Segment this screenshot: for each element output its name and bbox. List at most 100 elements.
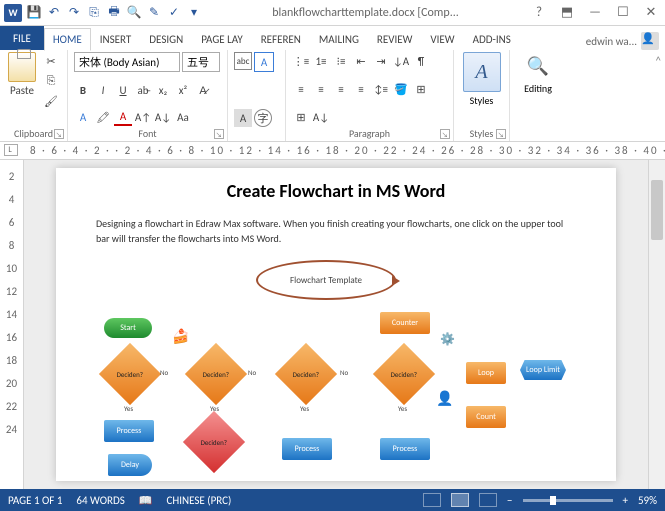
print-layout-button[interactable] <box>451 493 469 507</box>
horizontal-ruler[interactable]: L 8 · 6 · 4 · 2 · · 2 · 4 · 6 · 8 · 10 ·… <box>0 142 665 160</box>
change-case-icon[interactable]: Aa <box>174 108 192 126</box>
tab-review[interactable]: REVIEW <box>368 28 422 50</box>
language-indicator[interactable]: CHINESE (PRC) <box>167 494 232 507</box>
qat-dropdown-icon[interactable]: ▾ <box>186 5 202 21</box>
dialog-launcher-icon[interactable]: ↘ <box>440 129 450 139</box>
char-border-icon[interactable]: A <box>254 52 274 72</box>
bold-button[interactable]: B <box>74 82 92 100</box>
paste-button[interactable]: Paste <box>6 52 38 110</box>
dialog-launcher-icon[interactable]: ↘ <box>214 129 224 139</box>
shading-icon[interactable]: 🪣 <box>392 80 410 98</box>
snap-grid-icon[interactable]: ⊞ <box>292 108 310 126</box>
vertical-ruler[interactable]: 2468 10121416 18202224 <box>0 160 24 489</box>
help-icon[interactable]: ? <box>525 0 553 25</box>
enclose-char-icon[interactable]: 字 <box>254 109 272 127</box>
copy-icon[interactable]: ⎘ <box>42 72 60 90</box>
minimize-button[interactable]: — <box>581 0 609 25</box>
user-menu[interactable]: edwin wa... 👤 <box>586 32 665 50</box>
italic-button[interactable]: I <box>94 82 112 100</box>
print-icon[interactable]: 🖶 <box>106 5 122 21</box>
vertical-scrollbar[interactable] <box>648 160 665 489</box>
align-center-icon[interactable]: ≡ <box>312 80 330 98</box>
count-shape: Count <box>466 406 506 428</box>
text-dir-icon[interactable]: A↓ <box>312 108 330 126</box>
close-button[interactable]: ✕ <box>637 0 665 25</box>
page-indicator[interactable]: PAGE 1 OF 1 <box>8 494 62 507</box>
borders-icon[interactable]: ⊞ <box>412 80 430 98</box>
page[interactable]: Create Flowchart in MS Word Designing a … <box>56 168 616 481</box>
group-editing: 🔍 Editing <box>510 50 566 141</box>
align-right-icon[interactable]: ≡ <box>332 80 350 98</box>
align-left-icon[interactable]: ≡ <box>292 80 310 98</box>
word-count[interactable]: 64 WORDS <box>76 494 124 507</box>
spellcheck-icon[interactable]: 📖 <box>139 494 153 507</box>
increase-indent-icon[interactable]: ⇥ <box>372 52 390 70</box>
group-font: B I U ab̶ x₂ x² A̷ A 🖍 A A↑ A↓ Aa Font ↘ <box>68 50 228 141</box>
sort-icon[interactable]: ↓A <box>392 52 410 70</box>
delay-shape: Delay <box>108 454 152 476</box>
justify-icon[interactable]: ≡ <box>352 80 370 98</box>
bullets-icon[interactable]: ⋮≡ <box>292 52 310 70</box>
tab-file[interactable]: FILE <box>0 26 44 50</box>
font-size-input[interactable] <box>182 52 220 72</box>
cut-icon[interactable]: ✂ <box>42 52 60 70</box>
tab-home[interactable]: HOME <box>44 28 91 51</box>
tab-mailing[interactable]: MAILING <box>310 28 368 50</box>
tab-addins[interactable]: ADD-INS <box>464 28 520 50</box>
tab-view[interactable]: VIEW <box>421 28 463 50</box>
shrink-font-icon[interactable]: A↓ <box>154 108 172 126</box>
dialog-launcher-icon[interactable]: ↘ <box>496 129 506 139</box>
text-effects-icon[interactable]: A <box>74 108 92 126</box>
ribbon-options-icon[interactable]: ⬒ <box>553 0 581 25</box>
editing-button[interactable]: 🔍 Editing <box>524 52 552 95</box>
maximize-button[interactable]: ☐ <box>609 0 637 25</box>
decrease-indent-icon[interactable]: ⇤ <box>352 52 370 70</box>
read-mode-button[interactable] <box>423 493 441 507</box>
tab-page-layout[interactable]: PAGE LAY <box>192 28 252 50</box>
zoom-out-button[interactable]: − <box>507 494 512 507</box>
redo-icon[interactable]: ↷ <box>66 5 82 21</box>
titlebar: W 💾 ↶ ↷ ⎘ 🖶 🔍 ✎ ✓ ▾ blankflowcharttempla… <box>0 0 665 26</box>
user-name: edwin wa... <box>586 35 637 48</box>
font-color-icon[interactable]: A <box>114 108 132 126</box>
spellcheck-icon[interactable]: ✓ <box>166 5 182 21</box>
document-title[interactable]: Create Flowchart in MS Word <box>96 180 576 202</box>
zoom-slider[interactable] <box>523 499 613 502</box>
strikethrough-button[interactable]: ab̶ <box>134 82 152 100</box>
phonetic-icon[interactable]: abc <box>234 52 252 70</box>
qat-icon[interactable]: ⎘ <box>86 5 102 21</box>
label-no: No <box>160 368 168 377</box>
numbering-icon[interactable]: 1≡ <box>312 52 330 70</box>
zoom-level[interactable]: 59% <box>638 494 657 507</box>
zoom-in-button[interactable]: + <box>623 494 628 507</box>
subscript-button[interactable]: x₂ <box>154 82 172 100</box>
flowchart-image[interactable]: Flowchart Template Start Deciden? Decide… <box>96 260 576 460</box>
font-name-input[interactable] <box>74 52 180 72</box>
preview-icon[interactable]: 🔍 <box>126 5 142 21</box>
dialog-launcher-icon[interactable]: ↘ <box>54 129 64 139</box>
superscript-button[interactable]: x² <box>174 82 192 100</box>
show-marks-icon[interactable]: ¶ <box>412 52 430 70</box>
styles-button[interactable]: A Styles <box>463 52 501 107</box>
binoculars-icon: 🔍 <box>526 52 550 80</box>
save-icon[interactable]: 💾 <box>26 5 42 21</box>
tab-references[interactable]: REFEREN <box>252 28 310 50</box>
collapse-ribbon-icon[interactable]: ^ <box>652 50 665 141</box>
web-layout-button[interactable] <box>479 493 497 507</box>
line-spacing-icon[interactable]: ↕≡ <box>372 80 390 98</box>
tab-design[interactable]: DESIGN <box>140 28 192 50</box>
page-viewport[interactable]: Create Flowchart in MS Word Designing a … <box>24 160 648 489</box>
undo-icon[interactable]: ↶ <box>46 5 62 21</box>
window-title: blankflowcharttemplate.docx [Comp... <box>206 6 525 20</box>
char-shading-icon[interactable]: A <box>234 109 252 127</box>
qat-icon[interactable]: ✎ <box>146 5 162 21</box>
tab-insert[interactable]: INSERT <box>91 28 141 50</box>
tab-selector[interactable]: L <box>4 144 18 156</box>
underline-button[interactable]: U <box>114 82 132 100</box>
highlight-icon[interactable]: 🖍 <box>94 108 112 126</box>
format-painter-icon[interactable]: 🖌 <box>42 92 60 110</box>
grow-font-icon[interactable]: A↑ <box>134 108 152 126</box>
clear-format-icon[interactable]: A̷ <box>194 82 212 100</box>
multilevel-icon[interactable]: ⁝≡ <box>332 52 350 70</box>
document-body[interactable]: Designing a flowchart in Edraw Max softw… <box>96 216 576 246</box>
